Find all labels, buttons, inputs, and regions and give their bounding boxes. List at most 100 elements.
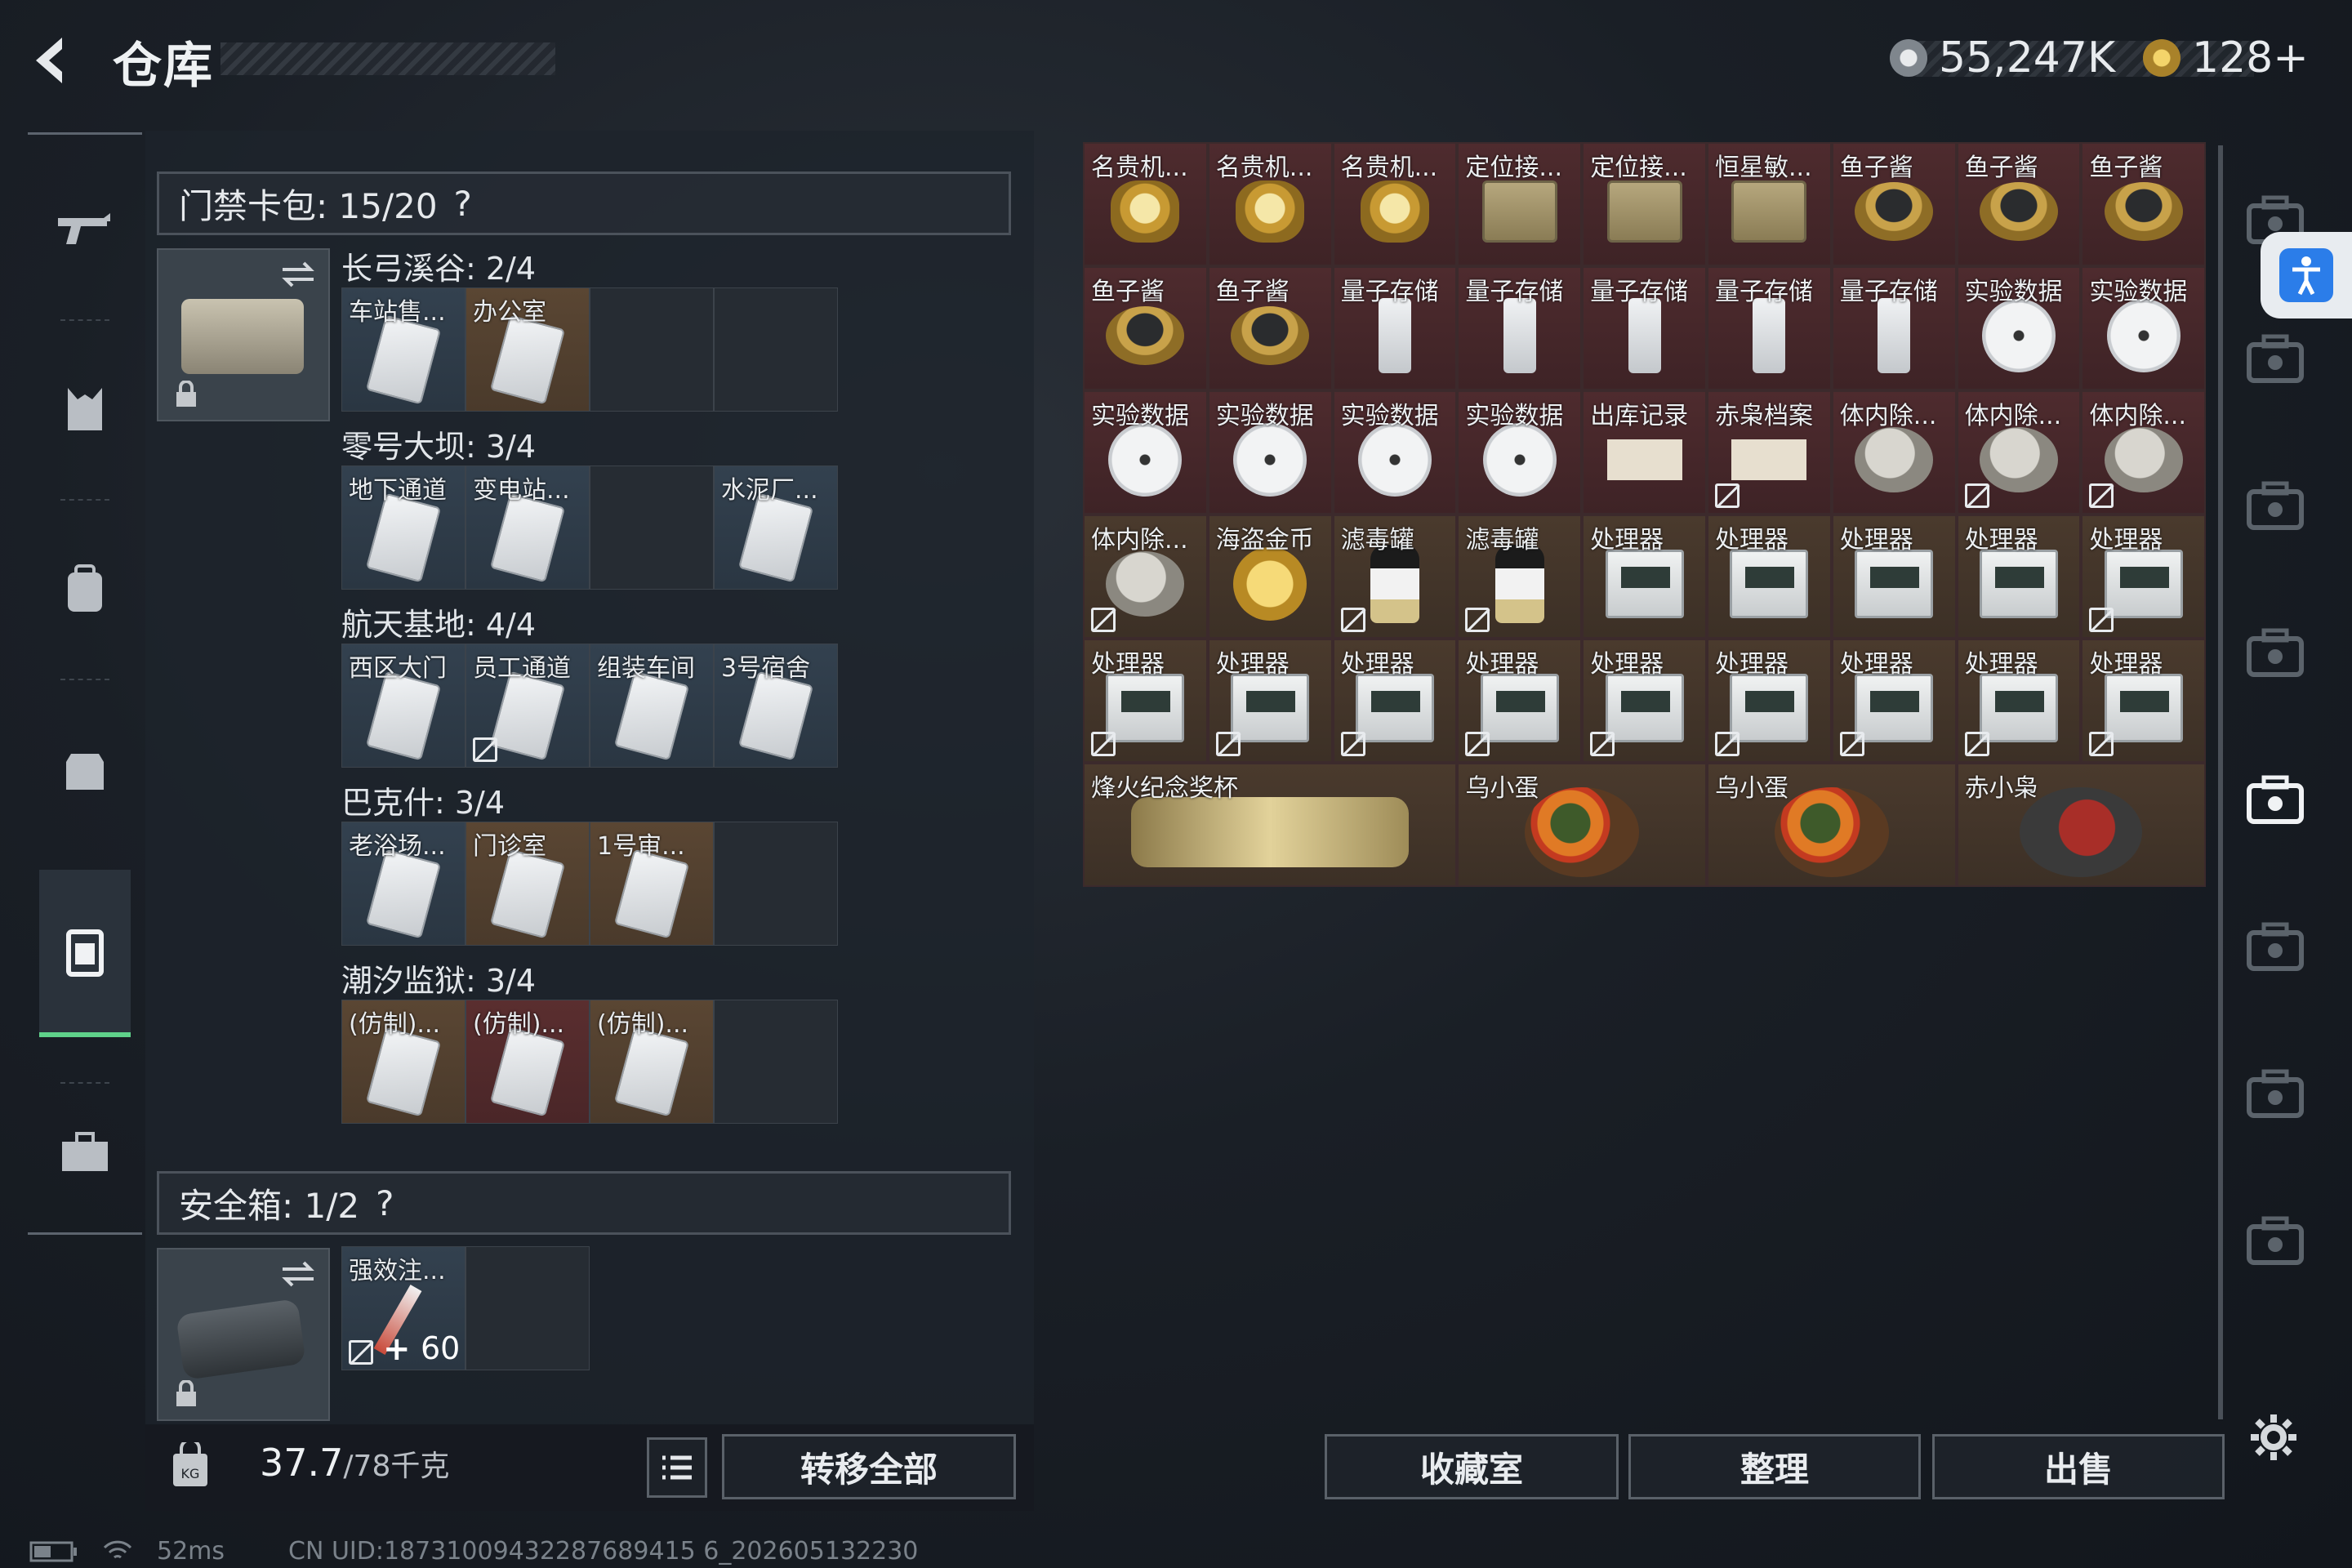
stash-item[interactable]: 处理器 [1707,639,1832,763]
settings-gear-icon[interactable] [2247,1411,2300,1463]
nav-card-pack[interactable] [39,870,131,1037]
stash-item[interactable]: 实验数据 [1956,266,2082,390]
keycard-slot[interactable]: (仿制)... [466,1000,590,1124]
stash-item[interactable]: 鱼子酱 [1207,266,1333,390]
stash-item[interactable]: 处理器 [1956,514,2082,639]
stash-item[interactable]: 体内除... [2081,390,2207,514]
keycard-slot[interactable]: 车站售... [341,287,466,412]
stash-item[interactable]: 处理器 [1332,639,1458,763]
case-icon-iv-b[interactable] [2243,474,2308,539]
keycard-slot-empty[interactable] [590,466,714,590]
stash-item[interactable]: 滤毒罐 [1457,514,1583,639]
stash-item[interactable]: 恒星敏... [1707,142,1832,266]
stash-item[interactable]: 实验数据 [1457,390,1583,514]
stash-item[interactable]: 量子存储 [1332,266,1458,390]
stash-item[interactable]: 出库记录 [1582,390,1707,514]
stash-item[interactable]: 鱼子酱 [1831,142,1957,266]
organize-button[interactable]: 整理 [1628,1434,1921,1499]
stash-item[interactable]: 名贵机... [1083,142,1208,266]
keycard-slot[interactable]: 员工通道 [466,644,590,768]
transfer-all-button[interactable]: 转移全部 [722,1434,1016,1499]
stash-item[interactable]: 处理器 [1831,514,1957,639]
safebox-container[interactable] [157,1248,330,1421]
keycard-slot-empty[interactable] [714,822,838,946]
stash-item[interactable]: 实验数据 [2081,266,2207,390]
list-view-button[interactable] [647,1437,707,1498]
stash-item[interactable]: 处理器 [1582,514,1707,639]
stash-item[interactable]: 处理器 [1707,514,1832,639]
swap-icon[interactable] [279,1259,317,1289]
nav-armor[interactable] [39,363,131,455]
stash-item[interactable]: 体内除... [1831,390,1957,514]
nav-safebox[interactable] [39,1107,131,1198]
stash-item[interactable]: 处理器 [1457,639,1583,763]
stash-item[interactable]: 实验数据 [1083,390,1208,514]
currency-coins[interactable]: 55,247K [1890,29,2115,87]
keycard-slot[interactable]: 1号审... [590,822,714,946]
case-icon-iii-b[interactable] [2243,1209,2308,1274]
keycard-slot[interactable]: 地下通道 [341,466,466,590]
stash-item[interactable]: 处理器 [2081,514,2207,639]
stash-item[interactable]: 定位接... [1582,142,1707,266]
stash-item[interactable]: 处理器 [1207,639,1333,763]
keycard-slot-empty[interactable] [714,287,838,412]
keycard-slot[interactable]: 办公室 [466,287,590,412]
keycard-slot[interactable]: 老浴场... [341,822,466,946]
stash-item[interactable]: 海盗金币 [1207,514,1333,639]
keycard-container[interactable] [157,248,330,421]
currency-premium[interactable]: 128+ [2143,29,2309,87]
nav-backpack[interactable] [39,543,131,635]
help-icon[interactable]: ? [454,184,472,224]
keycard-slot-empty[interactable] [714,1000,838,1124]
stash-item-large[interactable]: 赤小枭 [1956,763,2207,887]
keycard-slot-empty[interactable] [590,287,714,412]
back-arrow-icon[interactable] [24,31,83,90]
stash-item[interactable]: 处理器 [1083,639,1208,763]
sell-button[interactable]: 出售 [1932,1434,2225,1499]
keycard-slot[interactable]: 门诊室 [466,822,590,946]
nav-weapons[interactable] [39,184,131,275]
stash-item[interactable]: 赤枭档案 [1707,390,1832,514]
stash-item-large[interactable]: 乌小蛋 [1707,763,1957,887]
keycard-slot[interactable]: 水泥厂... [714,466,838,590]
stash-item[interactable]: 鱼子酱 [1083,266,1208,390]
stash-item[interactable]: 处理器 [2081,639,2207,763]
case-icon-iv-d[interactable] [2243,768,2308,833]
stash-item[interactable]: 量子存储 [1707,266,1832,390]
keycard-slot[interactable]: 组装车间 [590,644,714,768]
keycard-slot[interactable]: 西区大门 [341,644,466,768]
stash-item[interactable]: 处理器 [1831,639,1957,763]
stash-item-large[interactable]: 烽火纪念奖杯 [1083,763,1458,887]
stash-item[interactable]: 量子存储 [1582,266,1707,390]
keycard-slot[interactable]: 3号宿舍 [714,644,838,768]
stash-item[interactable]: 滤毒罐 [1332,514,1458,639]
stash-item[interactable]: 鱼子酱 [2081,142,2207,266]
accessibility-button[interactable] [2261,232,2352,318]
stash-item[interactable]: 名贵机... [1332,142,1458,266]
stash-item[interactable]: 体内除... [1956,390,2082,514]
help-icon[interactable]: ? [376,1183,394,1223]
stash-item[interactable]: 名贵机... [1207,142,1333,266]
safebox-item[interactable]: 强效注... + 60 [341,1246,466,1370]
stash-item[interactable]: 量子存储 [1457,266,1583,390]
stash-item[interactable]: 量子存储 [1831,266,1957,390]
case-icon-iv-c[interactable] [2243,621,2308,686]
stash-item[interactable]: 处理器 [1582,639,1707,763]
keycard-slot[interactable]: (仿制)... [341,1000,466,1124]
case-icon-iii-a[interactable] [2243,1062,2308,1127]
stash-item[interactable]: 体内除... [1083,514,1208,639]
stash-item[interactable]: 鱼子酱 [1956,142,2082,266]
case-icon-iv-e[interactable] [2243,915,2308,980]
stash-item-large[interactable]: 乌小蛋 [1457,763,1707,887]
safebox-slot-empty[interactable] [466,1246,590,1370]
collection-room-button[interactable]: 收藏室 [1325,1434,1619,1499]
nav-chest-rig[interactable] [39,723,131,814]
case-icon-iv-a[interactable] [2243,327,2308,392]
stash-item[interactable]: 实验数据 [1207,390,1333,514]
stash-item[interactable]: 定位接... [1457,142,1583,266]
stash-item[interactable]: 实验数据 [1332,390,1458,514]
keycard-slot[interactable]: (仿制)... [590,1000,714,1124]
swap-icon[interactable] [279,260,317,289]
keycard-slot[interactable]: 变电站... [466,466,590,590]
stash-item[interactable]: 处理器 [1956,639,2082,763]
